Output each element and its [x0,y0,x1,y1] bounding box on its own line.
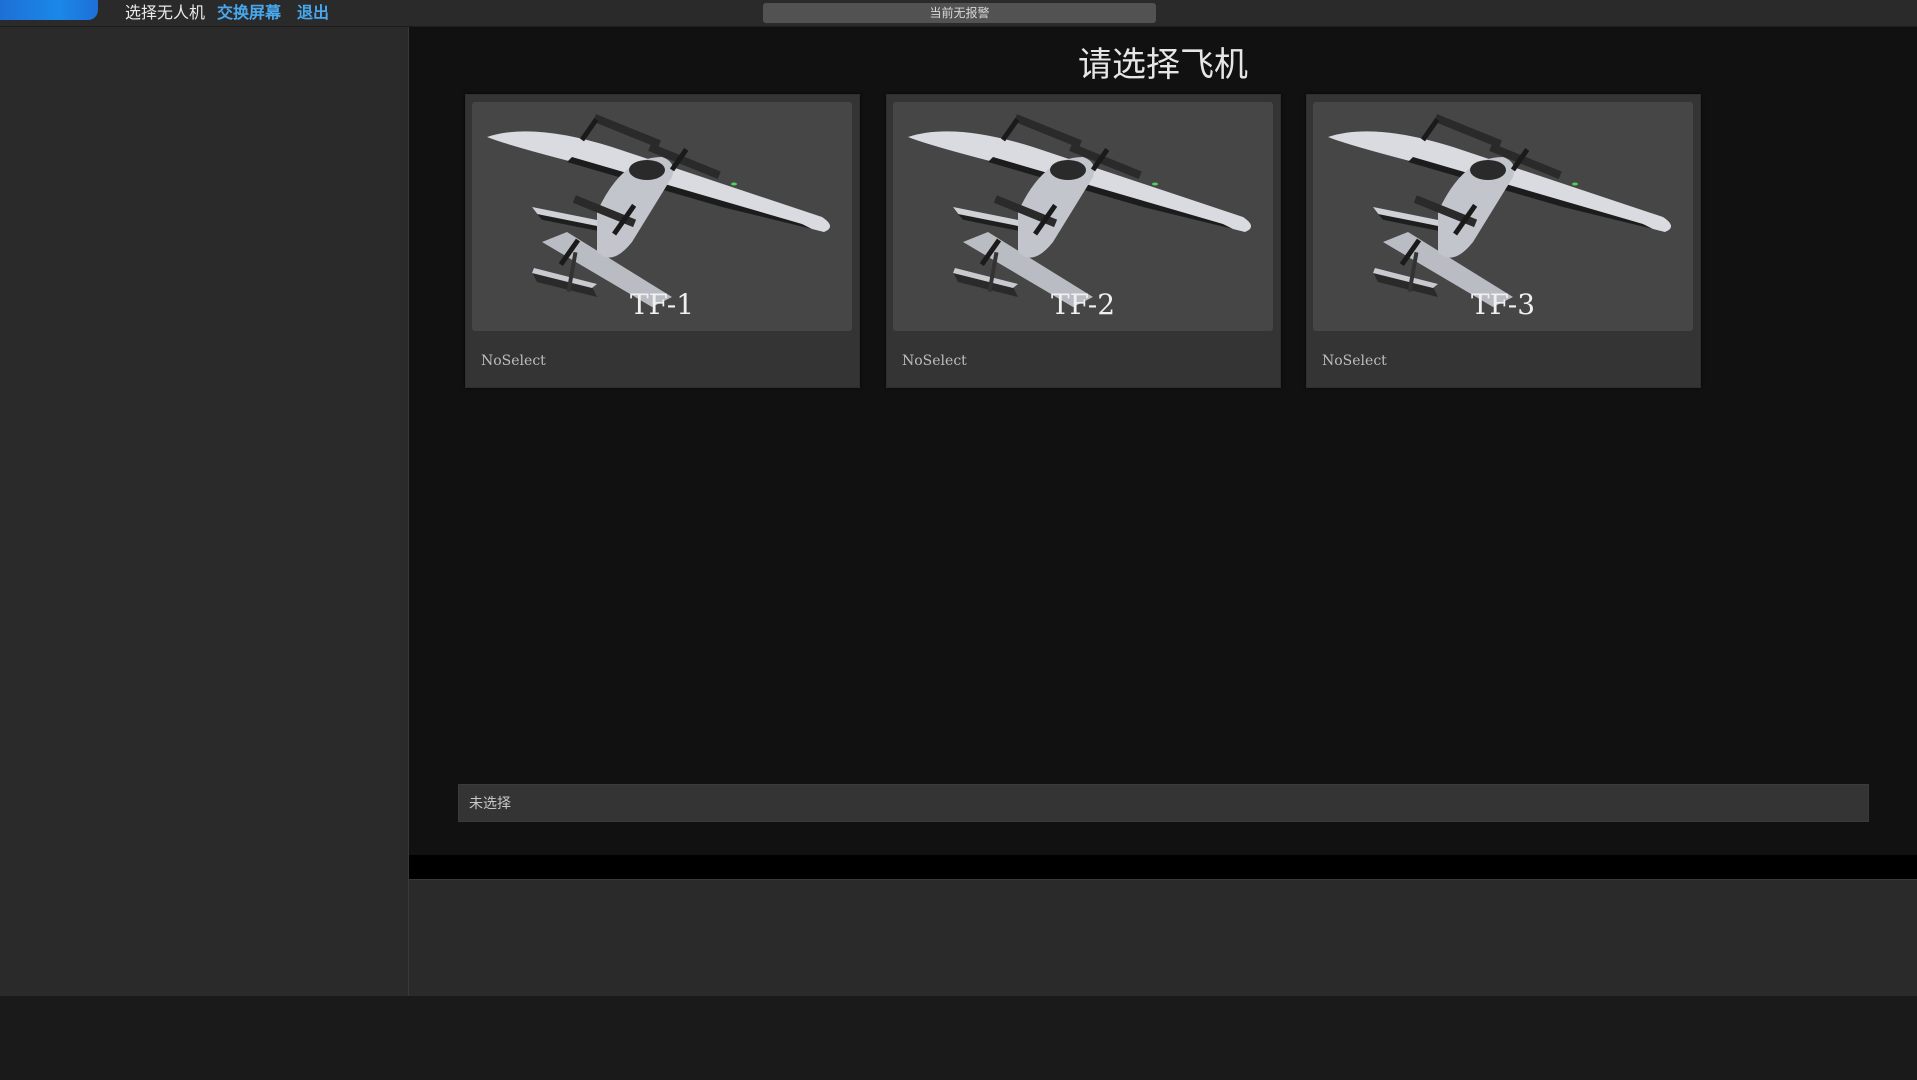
drone-image: TF-2 [893,102,1273,331]
alarm-status: 当前无报警 [763,3,1156,23]
menu-exit[interactable]: 退出 [297,4,329,22]
aircraft-selection-panel: 请选择飞机 TF-1 NoSelect TF-2 NoSelect TF-3 N… [409,27,1917,855]
left-panel [0,27,409,996]
aircraft-name: TF-2 [1050,288,1116,321]
aircraft-status: NoSelect [902,353,967,369]
footer-area [0,996,1917,1080]
aircraft-status: NoSelect [1322,353,1387,369]
selection-status-bar: 未选择 [458,784,1869,822]
aircraft-card-tf2[interactable]: TF-2 NoSelect [886,94,1281,388]
aircraft-card-tf1[interactable]: TF-1 NoSelect [465,94,860,388]
top-bar: 选择无人机 交换屏幕 退出 当前无报警 [0,0,1917,27]
menu-select-drone[interactable]: 选择无人机 [125,4,205,22]
bottom-panel [409,879,1917,997]
aircraft-card-tf3[interactable]: TF-3 NoSelect [1306,94,1701,388]
divider-strip [409,855,1917,879]
app-logo [0,0,98,20]
aircraft-status: NoSelect [481,353,546,369]
page-title: 请选择飞机 [1078,45,1248,85]
aircraft-name: TF-1 [629,288,695,321]
drone-image: TF-3 [1313,102,1693,331]
aircraft-name: TF-3 [1470,288,1536,321]
menu-swap-screen[interactable]: 交换屏幕 [217,4,281,22]
drone-image: TF-1 [472,102,852,331]
